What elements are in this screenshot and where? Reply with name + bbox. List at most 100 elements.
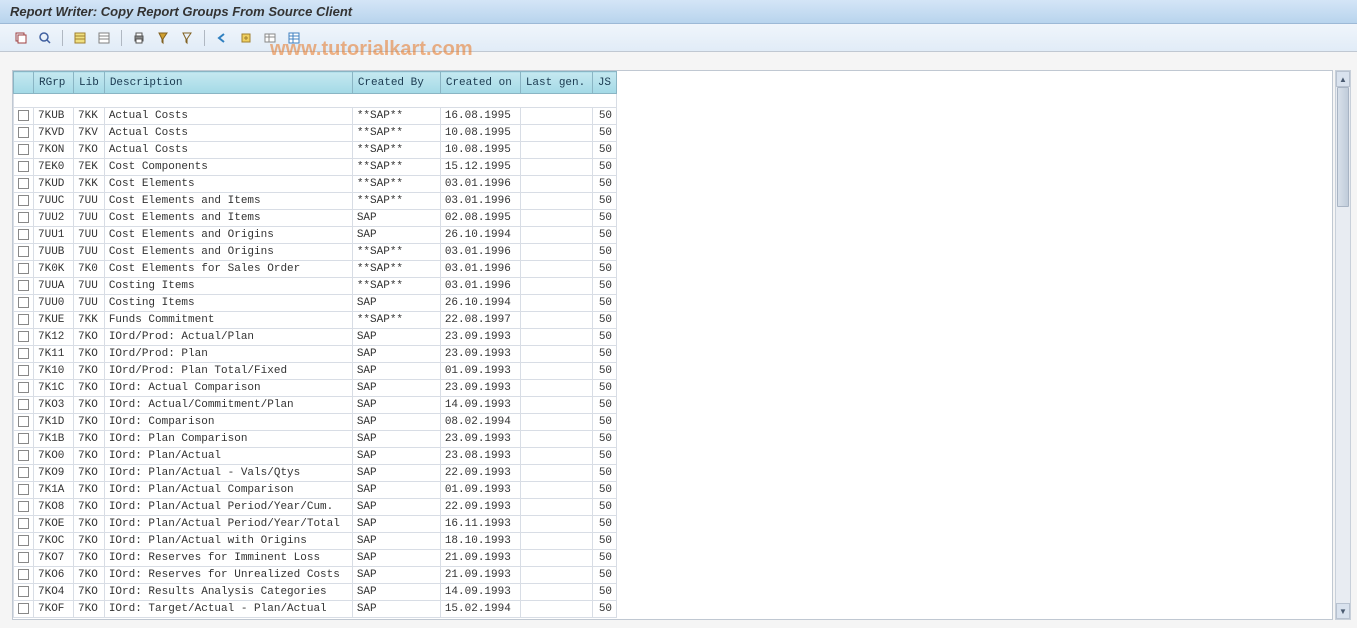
row-checkbox-cell[interactable]: [14, 142, 34, 159]
col-header-created-on[interactable]: Created on: [440, 72, 520, 94]
table-row[interactable]: 7KO37KOIOrd: Actual/Commitment/PlanSAP14…: [14, 397, 617, 414]
checkbox-icon[interactable]: [18, 518, 29, 529]
checkbox-icon[interactable]: [18, 552, 29, 563]
table-row[interactable]: 7KOC7KOIOrd: Plan/Actual with OriginsSAP…: [14, 533, 617, 550]
row-checkbox-cell[interactable]: [14, 227, 34, 244]
select-all-icon[interactable]: [69, 28, 91, 48]
row-checkbox-cell[interactable]: [14, 244, 34, 261]
checkbox-icon[interactable]: [18, 348, 29, 359]
checkbox-icon[interactable]: [18, 450, 29, 461]
table-row[interactable]: 7UU07UUCosting ItemsSAP26.10.199450: [14, 295, 617, 312]
scrollbar-track[interactable]: [1336, 87, 1350, 603]
row-checkbox-cell[interactable]: [14, 601, 34, 618]
checkbox-icon[interactable]: [18, 501, 29, 512]
checkbox-icon[interactable]: [18, 603, 29, 614]
col-header-rgrp[interactable]: RGrp: [34, 72, 74, 94]
spreadsheet-icon[interactable]: [283, 28, 305, 48]
scrollbar-thumb[interactable]: [1337, 87, 1349, 207]
back-icon[interactable]: [211, 28, 233, 48]
row-checkbox-cell[interactable]: [14, 261, 34, 278]
table-row[interactable]: 7UUB7UUCost Elements and Origins**SAP**0…: [14, 244, 617, 261]
table-row[interactable]: 7K1C7KOIOrd: Actual ComparisonSAP23.09.1…: [14, 380, 617, 397]
table-row[interactable]: 7K127KOIOrd/Prod: Actual/PlanSAP23.09.19…: [14, 329, 617, 346]
checkbox-icon[interactable]: [18, 263, 29, 274]
print-icon[interactable]: [128, 28, 150, 48]
checkbox-icon[interactable]: [18, 467, 29, 478]
col-header-js[interactable]: JS: [592, 72, 616, 94]
checkbox-icon[interactable]: [18, 535, 29, 546]
table-row[interactable]: 7K107KOIOrd/Prod: Plan Total/FixedSAP01.…: [14, 363, 617, 380]
table-row[interactable]: 7K1A7KOIOrd: Plan/Actual ComparisonSAP01…: [14, 482, 617, 499]
table-row[interactable]: 7KOE7KOIOrd: Plan/Actual Period/Year/Tot…: [14, 516, 617, 533]
checkbox-icon[interactable]: [18, 280, 29, 291]
checkbox-icon[interactable]: [18, 331, 29, 342]
checkbox-icon[interactable]: [18, 110, 29, 121]
table-row[interactable]: 7KO47KOIOrd: Results Analysis Categories…: [14, 584, 617, 601]
find-icon[interactable]: [152, 28, 174, 48]
table-row[interactable]: 7UU27UUCost Elements and ItemsSAP02.08.1…: [14, 210, 617, 227]
checkbox-icon[interactable]: [18, 433, 29, 444]
checkbox-icon[interactable]: [18, 382, 29, 393]
row-checkbox-cell[interactable]: [14, 465, 34, 482]
checkbox-icon[interactable]: [18, 161, 29, 172]
table-row[interactable]: 7K1B7KOIOrd: Plan ComparisonSAP23.09.199…: [14, 431, 617, 448]
row-checkbox-cell[interactable]: [14, 176, 34, 193]
table-row[interactable]: 7KO07KOIOrd: Plan/ActualSAP23.08.199350: [14, 448, 617, 465]
row-checkbox-cell[interactable]: [14, 499, 34, 516]
table-row[interactable]: 7EK07EKCost Components**SAP**15.12.19955…: [14, 159, 617, 176]
row-checkbox-cell[interactable]: [14, 329, 34, 346]
table-row[interactable]: 7K0K7K0Cost Elements for Sales Order**SA…: [14, 261, 617, 278]
export-icon[interactable]: [235, 28, 257, 48]
row-checkbox-cell[interactable]: [14, 397, 34, 414]
checkbox-icon[interactable]: [18, 127, 29, 138]
scroll-down-icon[interactable]: ▼: [1336, 603, 1350, 619]
checkbox-icon[interactable]: [18, 416, 29, 427]
row-checkbox-cell[interactable]: [14, 125, 34, 142]
table-row[interactable]: 7KO87KOIOrd: Plan/Actual Period/Year/Cum…: [14, 499, 617, 516]
row-checkbox-cell[interactable]: [14, 210, 34, 227]
row-checkbox-cell[interactable]: [14, 431, 34, 448]
col-header-desc[interactable]: Description: [104, 72, 352, 94]
table-row[interactable]: 7KON7KOActual Costs**SAP**10.08.199550: [14, 142, 617, 159]
row-checkbox-cell[interactable]: [14, 448, 34, 465]
row-checkbox-cell[interactable]: [14, 567, 34, 584]
checkbox-icon[interactable]: [18, 178, 29, 189]
checkbox-icon[interactable]: [18, 484, 29, 495]
table-row[interactable]: 7KOF7KOIOrd: Target/Actual - Plan/Actual…: [14, 601, 617, 618]
row-checkbox-cell[interactable]: [14, 550, 34, 567]
deselect-all-icon[interactable]: [93, 28, 115, 48]
checkbox-icon[interactable]: [18, 195, 29, 206]
table-row[interactable]: 7K1D7KOIOrd: ComparisonSAP08.02.199450: [14, 414, 617, 431]
row-checkbox-cell[interactable]: [14, 584, 34, 601]
copy-icon[interactable]: [10, 28, 32, 48]
row-checkbox-cell[interactable]: [14, 193, 34, 210]
table-row[interactable]: 7KUD7KKCost Elements**SAP**03.01.199650: [14, 176, 617, 193]
col-header-last-gen[interactable]: Last gen.: [520, 72, 592, 94]
col-header-created-by[interactable]: Created By: [352, 72, 440, 94]
checkbox-icon[interactable]: [18, 297, 29, 308]
table-row[interactable]: 7UUA7UUCosting Items**SAP**03.01.199650: [14, 278, 617, 295]
row-checkbox-cell[interactable]: [14, 380, 34, 397]
table-row[interactable]: 7KVD7KVActual Costs**SAP**10.08.199550: [14, 125, 617, 142]
checkbox-icon[interactable]: [18, 365, 29, 376]
row-checkbox-cell[interactable]: [14, 312, 34, 329]
table-row[interactable]: 7KO67KOIOrd: Reserves for Unrealized Cos…: [14, 567, 617, 584]
checkbox-icon[interactable]: [18, 569, 29, 580]
checkbox-icon[interactable]: [18, 586, 29, 597]
table-row[interactable]: 7UUC7UUCost Elements and Items**SAP**03.…: [14, 193, 617, 210]
table-row[interactable]: 7KO77KOIOrd: Reserves for Imminent LossS…: [14, 550, 617, 567]
table-row[interactable]: 7KO97KOIOrd: Plan/Actual - Vals/QtysSAP2…: [14, 465, 617, 482]
table-row[interactable]: 7K117KOIOrd/Prod: PlanSAP23.09.199350: [14, 346, 617, 363]
checkbox-icon[interactable]: [18, 246, 29, 257]
checkbox-icon[interactable]: [18, 212, 29, 223]
row-checkbox-cell[interactable]: [14, 533, 34, 550]
row-checkbox-cell[interactable]: [14, 159, 34, 176]
checkbox-icon[interactable]: [18, 144, 29, 155]
checkbox-icon[interactable]: [18, 229, 29, 240]
row-checkbox-cell[interactable]: [14, 363, 34, 380]
checkbox-icon[interactable]: [18, 314, 29, 325]
table-row[interactable]: 7KUE7KKFunds Commitment**SAP**22.08.1997…: [14, 312, 617, 329]
row-checkbox-cell[interactable]: [14, 414, 34, 431]
col-header-check[interactable]: [14, 72, 34, 94]
table-row[interactable]: 7KUB7KKActual Costs**SAP**16.08.199550: [14, 108, 617, 125]
